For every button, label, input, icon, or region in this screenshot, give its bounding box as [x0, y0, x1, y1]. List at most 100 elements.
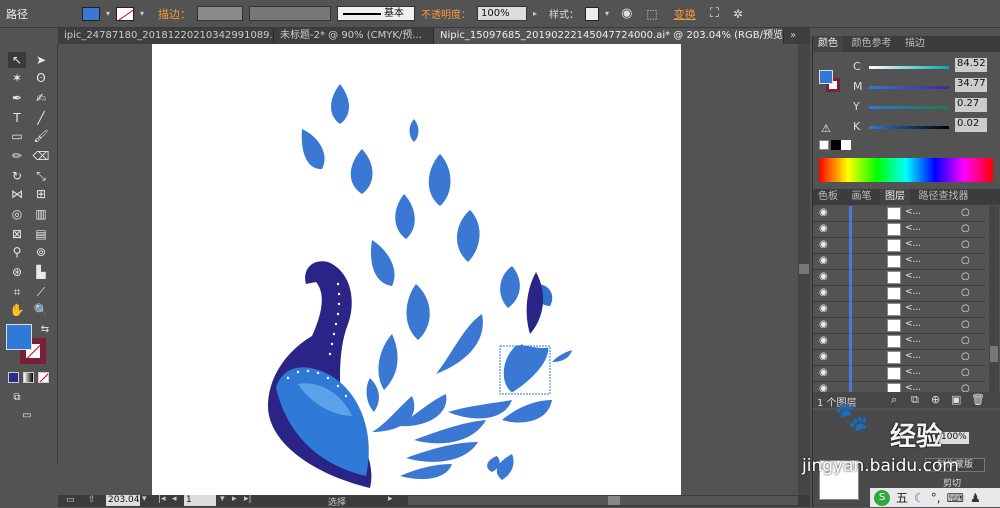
- locate-object-icon[interactable]: ⌕: [891, 393, 897, 407]
- isolate-icon[interactable]: ⛶: [710, 6, 719, 21]
- trash-icon[interactable]: 🗑: [971, 393, 985, 406]
- layer-name[interactable]: <...: [905, 351, 921, 361]
- canvas-vertical-scrollbar[interactable]: [798, 44, 810, 495]
- eye-icon[interactable]: ◉: [819, 239, 828, 250]
- target-icon[interactable]: ○: [961, 303, 970, 314]
- layer-name[interactable]: <...: [905, 255, 921, 265]
- gradient-tool-icon[interactable]: ▤: [32, 226, 50, 242]
- menu-arrow-icon[interactable]: ✲: [733, 7, 743, 21]
- fill-color-box[interactable]: [6, 324, 32, 350]
- curvature-tool-icon[interactable]: ✍: [32, 90, 50, 106]
- fill-dropdown-icon[interactable]: ▾: [106, 9, 110, 18]
- page-dropdown-icon[interactable]: ▾: [220, 494, 225, 504]
- paintbrush-icon[interactable]: 🖌: [32, 128, 50, 144]
- make-clipping-mask-icon[interactable]: ⧉: [911, 393, 919, 407]
- type-tool-icon[interactable]: T: [8, 110, 26, 126]
- new-layer-icon[interactable]: ▣: [951, 393, 961, 406]
- layer-name[interactable]: <...: [905, 383, 921, 392]
- target-icon[interactable]: ○: [961, 287, 970, 298]
- variable-width-field[interactable]: [249, 6, 332, 21]
- peacock-illustration[interactable]: [152, 44, 681, 495]
- blend-tool-icon[interactable]: ⊚: [32, 244, 50, 260]
- symbol-sprayer-icon[interactable]: ⊛: [8, 264, 26, 280]
- layer-row[interactable]: ◉ <... ○: [813, 254, 985, 270]
- fill-swatch[interactable]: [82, 6, 100, 21]
- layer-name[interactable]: <...: [905, 271, 921, 281]
- tab-document-3[interactable]: Nipic_15097685_20190222145047724000.ai* …: [434, 28, 784, 44]
- scroll-thumb[interactable]: [799, 264, 809, 274]
- artboard[interactable]: [152, 44, 681, 495]
- line-tool-icon[interactable]: ╱: [32, 110, 50, 126]
- opacity-label[interactable]: 不透明度：: [421, 6, 471, 21]
- magic-wand-icon[interactable]: ✶: [8, 70, 26, 86]
- tab-document-2[interactable]: 未标题-2* @ 90% (CMYK/预...: [274, 28, 434, 44]
- opacity-mini-field[interactable]: 100%: [939, 432, 969, 444]
- layer-row[interactable]: ◉ <... ○: [813, 350, 985, 366]
- channel-value[interactable]: 0.27: [955, 98, 987, 112]
- pencil-tool-icon[interactable]: ✏: [8, 148, 26, 164]
- layer-name[interactable]: <...: [905, 239, 921, 249]
- tab-stroke[interactable]: 描边: [900, 36, 930, 52]
- target-icon[interactable]: ○: [961, 255, 970, 266]
- column-graph-icon[interactable]: ▙: [32, 264, 50, 280]
- eraser-icon[interactable]: ⌫: [32, 148, 50, 164]
- rotate-tool-icon[interactable]: ↻: [8, 168, 26, 184]
- channel-value[interactable]: 0.02: [955, 118, 987, 132]
- next-page-icon[interactable]: ▸: [232, 494, 237, 504]
- stroke-dropdown-icon[interactable]: ▾: [140, 9, 144, 18]
- eye-icon[interactable]: ◉: [819, 303, 828, 314]
- zoom-tool-icon[interactable]: 🔍: [32, 302, 50, 318]
- stroke-swatch[interactable]: [116, 6, 135, 21]
- white-swatch[interactable]: [841, 140, 851, 150]
- tab-overflow-icon[interactable]: »: [784, 28, 802, 44]
- eye-icon[interactable]: ◉: [819, 255, 828, 266]
- layer-row[interactable]: ◉ <... ○: [813, 286, 985, 302]
- black-swatch[interactable]: [831, 140, 841, 150]
- panel-fill-swatch[interactable]: [819, 70, 833, 84]
- layer-row[interactable]: ◉ <... ○: [813, 382, 985, 392]
- recolor-icon[interactable]: ◉: [621, 6, 632, 21]
- prev-page-icon[interactable]: ◂: [172, 494, 177, 504]
- target-icon[interactable]: ○: [961, 239, 970, 250]
- page-field[interactable]: 1: [184, 495, 216, 506]
- tab-swatches[interactable]: 色板: [813, 189, 843, 205]
- scale-tool-icon[interactable]: ⤡: [32, 168, 50, 184]
- eye-icon[interactable]: ◉: [819, 207, 828, 218]
- pen-tool-icon[interactable]: ✒: [8, 90, 26, 106]
- none-mode-button[interactable]: [38, 372, 49, 383]
- layer-row[interactable]: ◉ <... ○: [813, 270, 985, 286]
- style-swatch[interactable]: [585, 6, 600, 21]
- layer-name[interactable]: <...: [905, 207, 921, 217]
- gradient-mode-button[interactable]: [23, 372, 34, 383]
- lasso-icon[interactable]: ʘ: [32, 70, 50, 86]
- draw-mode-icon[interactable]: ⧉: [8, 390, 26, 406]
- none-swatch[interactable]: [819, 140, 829, 150]
- new-sublayer-icon[interactable]: ⊕: [931, 393, 940, 406]
- tab-color-guide[interactable]: 颜色参考: [847, 36, 897, 52]
- target-icon[interactable]: ○: [961, 367, 970, 378]
- target-icon[interactable]: ○: [961, 207, 970, 218]
- eye-icon[interactable]: ◉: [819, 223, 828, 234]
- tab-pathfinder[interactable]: 路径查找器: [914, 189, 974, 205]
- color-mode-button[interactable]: [8, 372, 19, 383]
- hand-tool-icon[interactable]: ✋: [8, 302, 26, 318]
- rectangle-tool-icon[interactable]: ▭: [8, 128, 26, 144]
- moon-icon[interactable]: ☾: [914, 491, 925, 505]
- tab-brushes[interactable]: 画笔: [847, 189, 877, 205]
- target-icon[interactable]: ○: [961, 223, 970, 234]
- selection-tool-icon[interactable]: ↖: [8, 52, 26, 68]
- zoom-dropdown-icon[interactable]: ▾: [142, 494, 147, 504]
- artboard-nav-icon[interactable]: ▭: [66, 495, 75, 505]
- free-transform-icon[interactable]: ⊞: [32, 186, 50, 202]
- eye-icon[interactable]: ◉: [819, 335, 828, 346]
- person-icon[interactable]: ♟: [970, 491, 981, 505]
- tab-layers[interactable]: 图层: [880, 189, 910, 205]
- status-menu-icon[interactable]: ▸: [388, 494, 393, 504]
- screen-mode-icon[interactable]: ▭: [18, 408, 36, 424]
- layer-name[interactable]: <...: [905, 287, 921, 297]
- brush-definition-field[interactable]: 基本: [337, 6, 416, 21]
- slice-tool-icon[interactable]: ⟋: [32, 284, 50, 300]
- layer-name[interactable]: <...: [905, 303, 921, 313]
- stroke-weight-field[interactable]: [197, 6, 244, 21]
- opacity-dropdown-icon[interactable]: ▸: [533, 9, 537, 18]
